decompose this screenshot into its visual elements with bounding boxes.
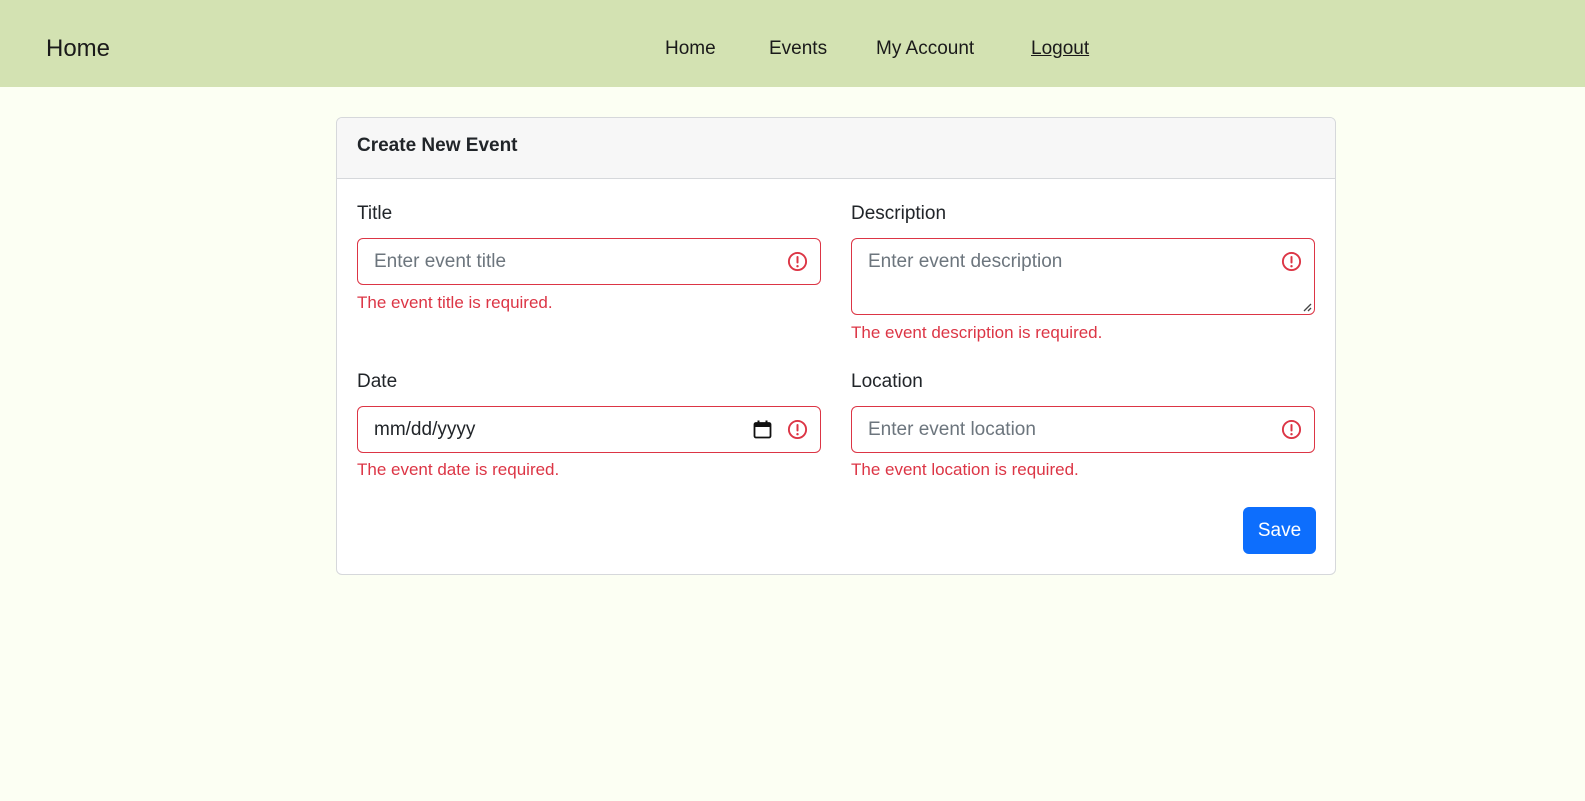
calendar-icon[interactable]: [753, 420, 772, 439]
title-label: Title: [357, 203, 393, 224]
exclamation-circle-icon: [787, 251, 808, 272]
navbar: Home Home Events My Account Logout: [0, 0, 1585, 87]
exclamation-circle-icon: [1281, 251, 1302, 272]
nav-link-my-account[interactable]: My Account: [876, 37, 974, 61]
location-placeholder: Enter event location: [868, 419, 1036, 440]
description-error: The event description is required.: [851, 323, 1103, 342]
description-label: Description: [851, 203, 947, 224]
date-input[interactable]: mm/dd/yyyy: [357, 406, 821, 453]
nav-link-logout[interactable]: Logout: [1031, 37, 1089, 61]
location-error: The event location is required.: [851, 460, 1079, 479]
resize-handle-icon[interactable]: [1302, 302, 1312, 312]
location-label: Location: [851, 371, 923, 392]
date-label: Date: [357, 371, 398, 392]
create-event-card: Create New Event Title Enter event title…: [336, 117, 1336, 575]
title-error: The event title is required.: [357, 293, 553, 312]
exclamation-circle-icon: [787, 419, 808, 440]
nav-link-events[interactable]: Events: [769, 37, 827, 61]
navbar-brand[interactable]: Home: [46, 34, 110, 64]
description-placeholder: Enter event description: [868, 251, 1063, 272]
card-title: Create New Event: [357, 135, 518, 156]
date-value: mm/dd/yyyy: [374, 419, 476, 440]
location-input[interactable]: Enter event location: [851, 406, 1315, 453]
nav-link-home[interactable]: Home: [665, 37, 716, 61]
card-header: Create New Event: [337, 118, 1335, 179]
title-placeholder: Enter event title: [374, 251, 507, 272]
title-input[interactable]: Enter event title: [357, 238, 821, 285]
save-button[interactable]: Save: [1243, 507, 1316, 554]
date-error: The event date is required.: [357, 460, 560, 479]
exclamation-circle-icon: [1281, 419, 1302, 440]
description-textarea[interactable]: Enter event description: [851, 238, 1315, 315]
